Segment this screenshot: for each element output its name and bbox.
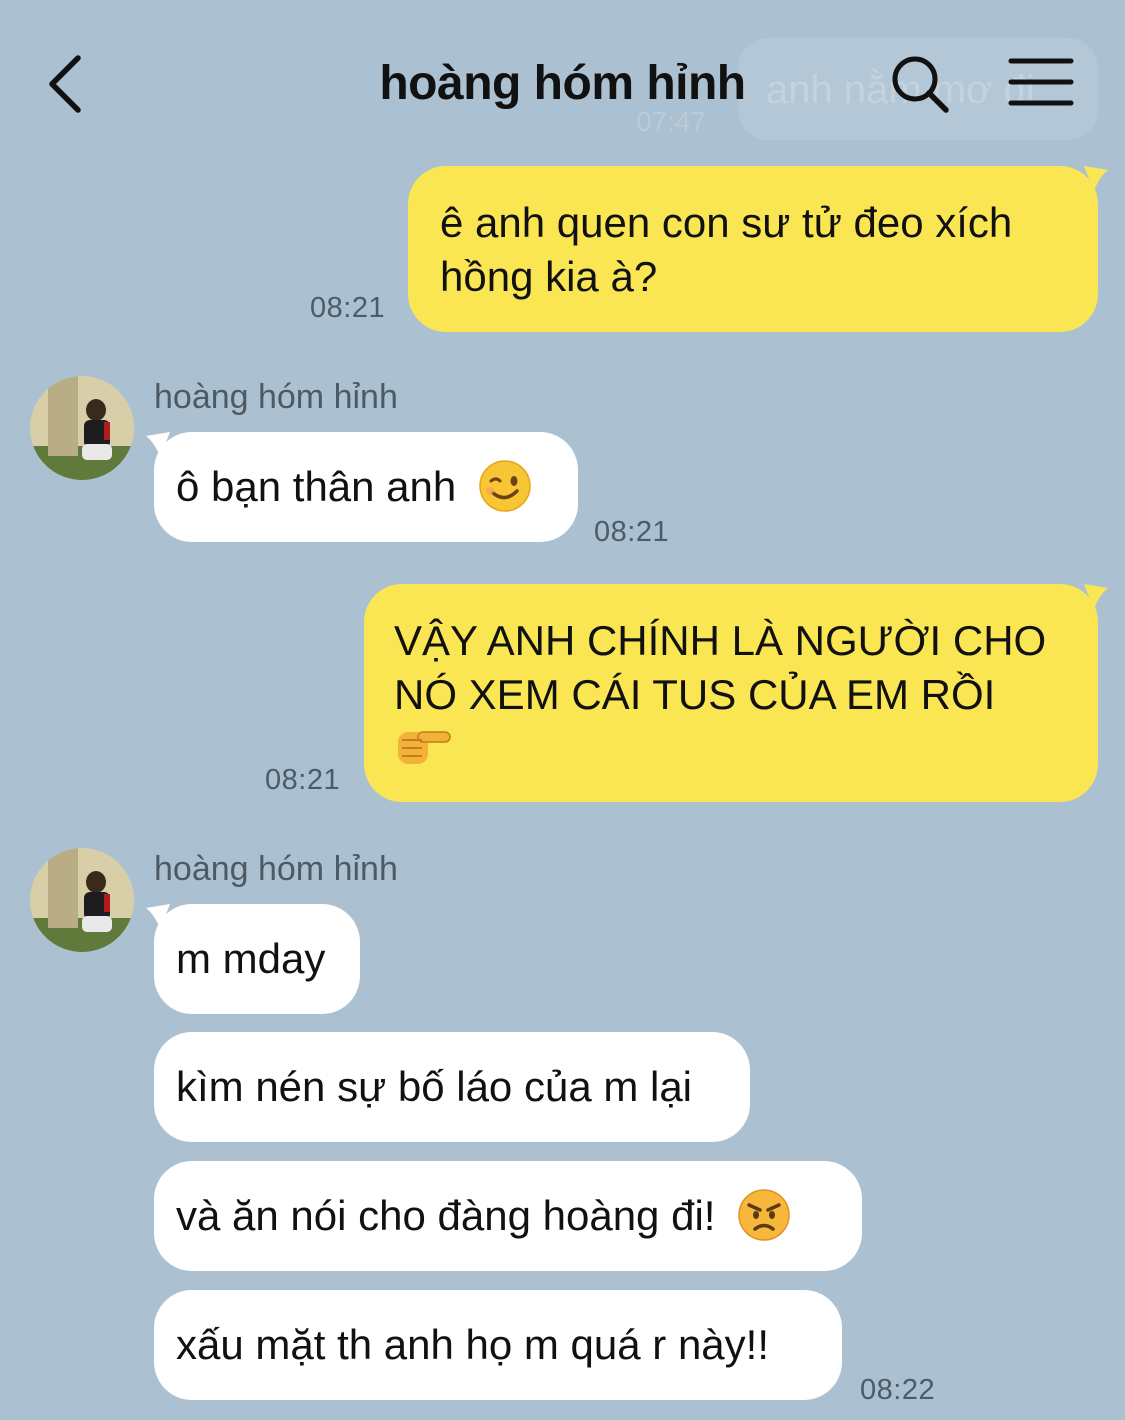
bubble-tail: [146, 904, 170, 930]
hamburger-menu-icon: [1008, 58, 1074, 106]
message-text: ô bạn thân anh: [176, 463, 457, 510]
message-text: kìm nén sự bố láo của m lại: [176, 1063, 693, 1110]
backhand-index-pointing-right-emoji: [398, 731, 451, 764]
winking-face-emoji: [479, 460, 531, 512]
their-message-bubble[interactable]: m mday: [154, 904, 360, 1014]
message-time: 08:22: [860, 1374, 936, 1406]
their-message-bubble[interactable]: và ăn nói cho đàng hoàng đi!: [154, 1161, 862, 1271]
avatar-photo: [30, 376, 134, 480]
message-time: 08:21: [310, 292, 386, 324]
search-button[interactable]: [888, 52, 952, 116]
contact-avatar[interactable]: [30, 848, 134, 952]
sender-name: hoàng hóm hỉnh: [154, 850, 398, 888]
message-time: 08:21: [594, 516, 670, 548]
my-message-bubble[interactable]: VẬY ANH CHÍNH LÀ NGƯỜI CHO NÓ XEM CÁI TU…: [364, 584, 1098, 802]
message-time: 08:21: [265, 764, 341, 796]
their-message-bubble[interactable]: xấu mặt th anh họ m quá r này!!: [154, 1290, 842, 1400]
chat-header: hoàng hóm hỉnh: [0, 0, 1125, 160]
menu-button[interactable]: [1005, 55, 1077, 111]
message-text: m mday: [176, 935, 326, 982]
sender-name: hoàng hóm hỉnh: [154, 378, 398, 416]
their-message-bubble[interactable]: ô bạn thân anh: [154, 432, 578, 542]
contact-avatar[interactable]: [30, 376, 134, 480]
avatar-photo: [30, 848, 134, 952]
their-message-bubble[interactable]: kìm nén sự bố láo của m lại: [154, 1032, 750, 1142]
bubble-tail: [146, 432, 170, 458]
message-text: VẬY ANH CHÍNH LÀ NGƯỜI CHO NÓ XEM CÁI TU…: [394, 617, 1047, 718]
search-icon: [892, 56, 949, 113]
bubble-tail: [1084, 584, 1108, 610]
message-text: và ăn nói cho đàng hoàng đi!: [176, 1192, 716, 1239]
bubble-tail: [1084, 166, 1108, 192]
chat-title: hoàng hóm hỉnh: [379, 57, 746, 110]
message-text: xấu mặt th anh họ m quá r này!!: [176, 1321, 770, 1368]
my-message-bubble[interactable]: ê anh quen con sư tử đeo xích hồng kia à…: [408, 166, 1098, 332]
message-text: ê anh quen con sư tử đeo xích hồng kia à…: [440, 199, 1013, 300]
angry-face-emoji: [738, 1189, 790, 1241]
